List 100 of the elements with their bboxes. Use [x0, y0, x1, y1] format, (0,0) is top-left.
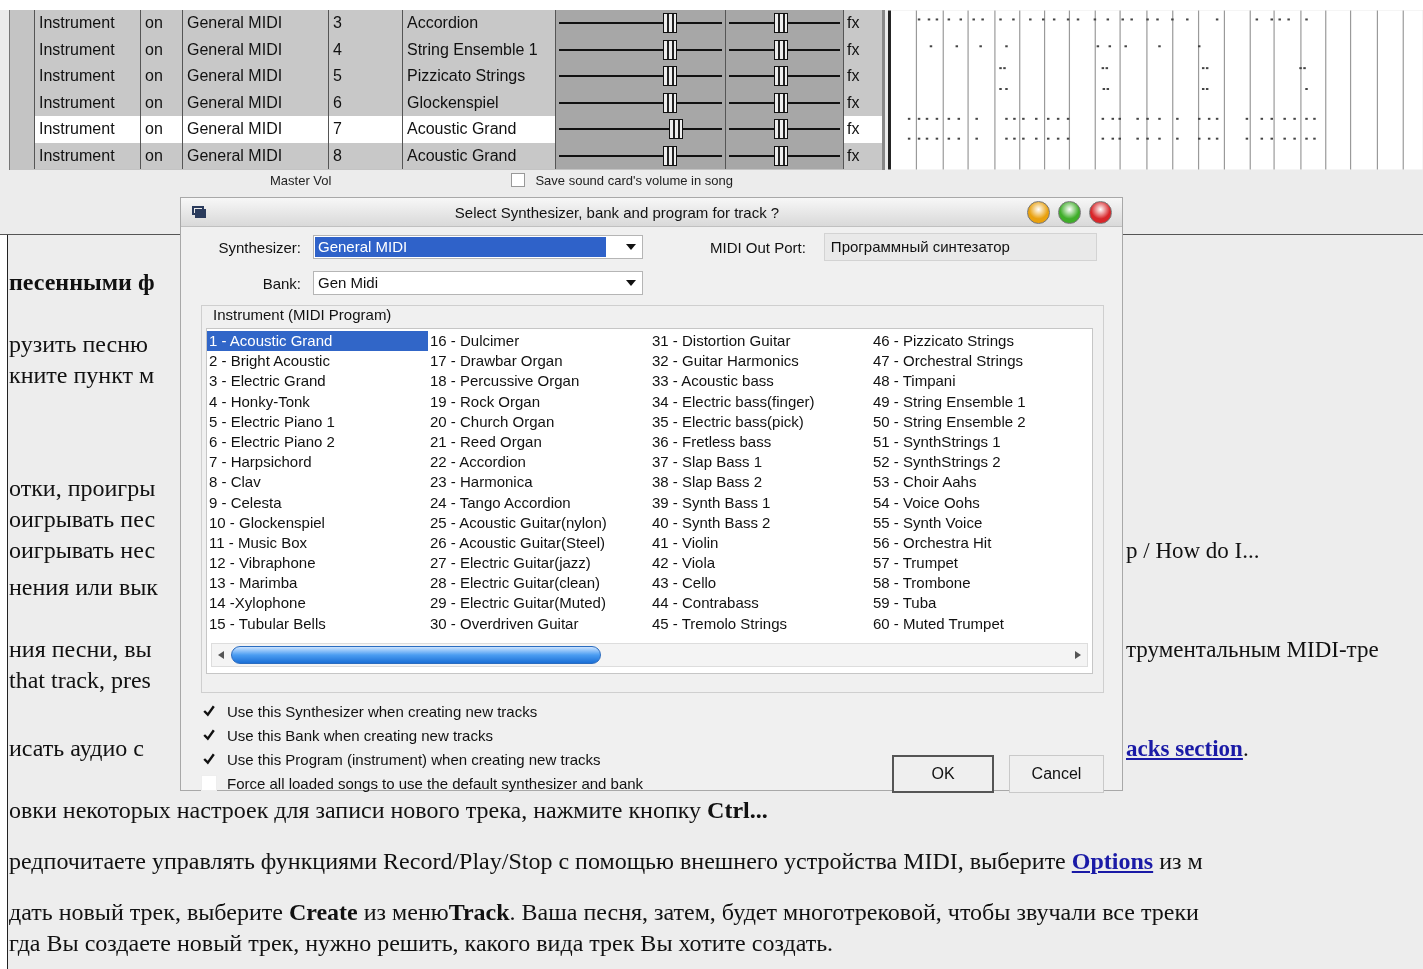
slider-thumb[interactable]: [774, 145, 789, 166]
list-item[interactable]: 15 - Tubular Bells: [207, 613, 428, 634]
list-item[interactable]: 32 - Guitar Harmonics: [650, 351, 871, 372]
list-item[interactable]: 38 - Slap Bass 2: [650, 472, 871, 493]
list-item[interactable]: 35 - Electric bass(pick): [650, 411, 871, 432]
slider-thumb[interactable]: [774, 39, 789, 60]
list-item[interactable]: 40 - Synth Bass 2: [650, 512, 871, 533]
checkbox[interactable]: [511, 173, 526, 187]
output-port-field: Программный синтезатор: [823, 233, 1097, 261]
list-item[interactable]: 46 - Pizzicato Strings: [871, 331, 1092, 352]
list-item[interactable]: 50 - String Ensemble 2: [871, 411, 1092, 432]
list-item[interactable]: 11 - Music Box: [207, 532, 428, 554]
maximize-button[interactable]: [1058, 200, 1081, 224]
list-item[interactable]: 51 - SynthStrings 1: [871, 431, 1092, 453]
list-item[interactable]: 56 - Orchestra Hit: [871, 532, 1092, 554]
track-row[interactable]: Instrument on General MIDI 8 Acoustic Grand fx: [34, 142, 883, 169]
slider-thumb[interactable]: [662, 13, 677, 34]
link[interactable]: acks section: [1126, 736, 1243, 761]
dropdown[interactable]: Gen Midi: [313, 271, 643, 295]
dropdown[interactable]: General MIDI: [313, 235, 643, 259]
list-item[interactable]: 4 - Honky-Tonk: [207, 391, 428, 412]
slider-thumb[interactable]: [662, 92, 677, 113]
track-row[interactable]: Instrument on General MIDI 5 Pizzicato Strings fx: [34, 63, 883, 90]
list-item[interactable]: 39 - Synth Bass 1: [650, 492, 871, 513]
list-item[interactable]: 54 - Voice Oohs: [871, 492, 1092, 513]
list-item[interactable]: 25 - Acoustic Guitar(nylon): [428, 512, 650, 533]
text-line: нения или вык: [9, 574, 158, 600]
scroll-right-icon[interactable]: [1074, 651, 1082, 659]
list-item[interactable]: 59 - Tuba: [871, 593, 1092, 614]
list-item[interactable]: 20 - Church Organ: [428, 411, 650, 432]
track-row[interactable]: Instrument on General MIDI 6 Glockenspiel fx: [34, 89, 883, 116]
list-item[interactable]: 28 - Electric Guitar(clean): [428, 573, 650, 594]
list-item[interactable]: 17 - Drawbar Organ: [428, 351, 650, 372]
ok-button[interactable]: OK: [892, 755, 994, 793]
fx-button[interactable]: fx: [843, 116, 867, 143]
list-item[interactable]: 29 - Electric Guitar(Muted): [428, 593, 650, 614]
list-item[interactable]: 6 - Electric Piano 2: [207, 431, 428, 453]
list-item[interactable]: 16 - Dulcimer: [428, 331, 650, 352]
list-item[interactable]: 53 - Choir Aahs: [871, 472, 1092, 493]
list-item[interactable]: 34 - Electric bass(finger): [650, 391, 871, 412]
list-item[interactable]: 44 - Contrabass: [650, 593, 871, 614]
scroll-thumb[interactable]: [231, 646, 601, 664]
list-item[interactable]: 58 - Trombone: [871, 573, 1092, 594]
list-item[interactable]: 21 - Reed Organ: [428, 431, 650, 453]
list-item[interactable]: 41 - Violin: [650, 532, 871, 554]
list-item[interactable]: 13 - Marimba: [207, 573, 428, 594]
list-item[interactable]: 42 - Viola: [650, 553, 871, 574]
list-item[interactable]: 10 - Glockenspiel: [207, 512, 428, 533]
fx-button[interactable]: fx: [843, 63, 867, 90]
slider-thumb[interactable]: [774, 13, 789, 34]
list-item[interactable]: 18 - Percussive Organ: [428, 371, 650, 392]
link[interactable]: Options: [1071, 848, 1154, 874]
list-item[interactable]: 14 -Xylophone: [207, 593, 428, 614]
horizontal-scrollbar[interactable]: [211, 643, 1088, 667]
cancel-button[interactable]: Cancel: [1009, 755, 1104, 793]
list-item[interactable]: 60 - Muted Trumpet: [871, 613, 1092, 634]
list-item[interactable]: 36 - Fretless bass: [650, 431, 871, 453]
list-item[interactable]: 7 - Harpsichord: [207, 452, 428, 473]
list-item[interactable]: 19 - Rock Organ: [428, 391, 650, 412]
list-item[interactable]: 22 - Accordion: [428, 452, 650, 473]
slider-thumb[interactable]: [669, 119, 684, 140]
window-icon: [191, 205, 207, 219]
list-item[interactable]: 12 - Vibraphone: [207, 553, 428, 574]
list-item[interactable]: 24 - Tango Accordion: [428, 492, 650, 513]
list-item[interactable]: 52 - SynthStrings 2: [871, 452, 1092, 473]
track-row[interactable]: Instrument on General MIDI 4 String Ensemble 1 fx: [34, 36, 883, 63]
slider-thumb[interactable]: [662, 145, 677, 166]
list-item[interactable]: 37 - Slap Bass 1: [650, 452, 871, 473]
slider-thumb[interactable]: [662, 39, 677, 60]
list-item[interactable]: 33 - Acoustic bass: [650, 371, 871, 392]
list-item[interactable]: 45 - Tremolo Strings: [650, 613, 871, 634]
list-item[interactable]: 2 - Bright Acoustic: [207, 351, 428, 372]
fx-button[interactable]: fx: [843, 10, 867, 37]
fx-button[interactable]: fx: [843, 142, 867, 169]
list-item[interactable]: 5 - Electric Piano 1: [207, 411, 428, 432]
list-item[interactable]: 49 - String Ensemble 1: [871, 391, 1092, 412]
field-label: Bank:: [261, 274, 301, 292]
slider-thumb[interactable]: [774, 92, 789, 113]
list-item[interactable]: 47 - Orchestral Strings: [871, 351, 1092, 372]
list-item[interactable]: 26 - Acoustic Guitar(Steel): [428, 532, 650, 554]
list-item[interactable]: 3 - Electric Grand: [207, 371, 428, 392]
list-item[interactable]: 55 - Synth Voice: [871, 512, 1092, 533]
slider-thumb[interactable]: [662, 66, 677, 87]
list-item[interactable]: 48 - Timpani: [871, 371, 1092, 392]
close-button[interactable]: [1089, 200, 1112, 224]
list-item[interactable]: 9 - Celesta: [207, 492, 428, 513]
list-item[interactable]: 8 - Clav: [207, 472, 428, 493]
list-item[interactable]: 27 - Electric Guitar(jazz): [428, 553, 650, 574]
track-row[interactable]: Instrument on General MIDI 7 Acoustic Grand fx: [34, 116, 883, 143]
list-item[interactable]: 57 - Trumpet: [871, 553, 1092, 574]
list-item[interactable]: 23 - Harmonica: [428, 472, 650, 493]
track-row[interactable]: Instrument on General MIDI 3 Accordion fx: [34, 10, 883, 37]
list-item[interactable]: 43 - Cello: [650, 573, 871, 594]
slider-thumb[interactable]: [774, 119, 789, 140]
slider-thumb[interactable]: [774, 66, 789, 87]
list-item[interactable]: 1 - Acoustic Grand: [207, 331, 428, 352]
minimize-button[interactable]: [1027, 200, 1050, 224]
scroll-left-icon[interactable]: [217, 651, 225, 659]
list-item[interactable]: 31 - Distortion Guitar: [650, 331, 871, 352]
list-item[interactable]: 30 - Overdriven Guitar: [428, 613, 650, 634]
